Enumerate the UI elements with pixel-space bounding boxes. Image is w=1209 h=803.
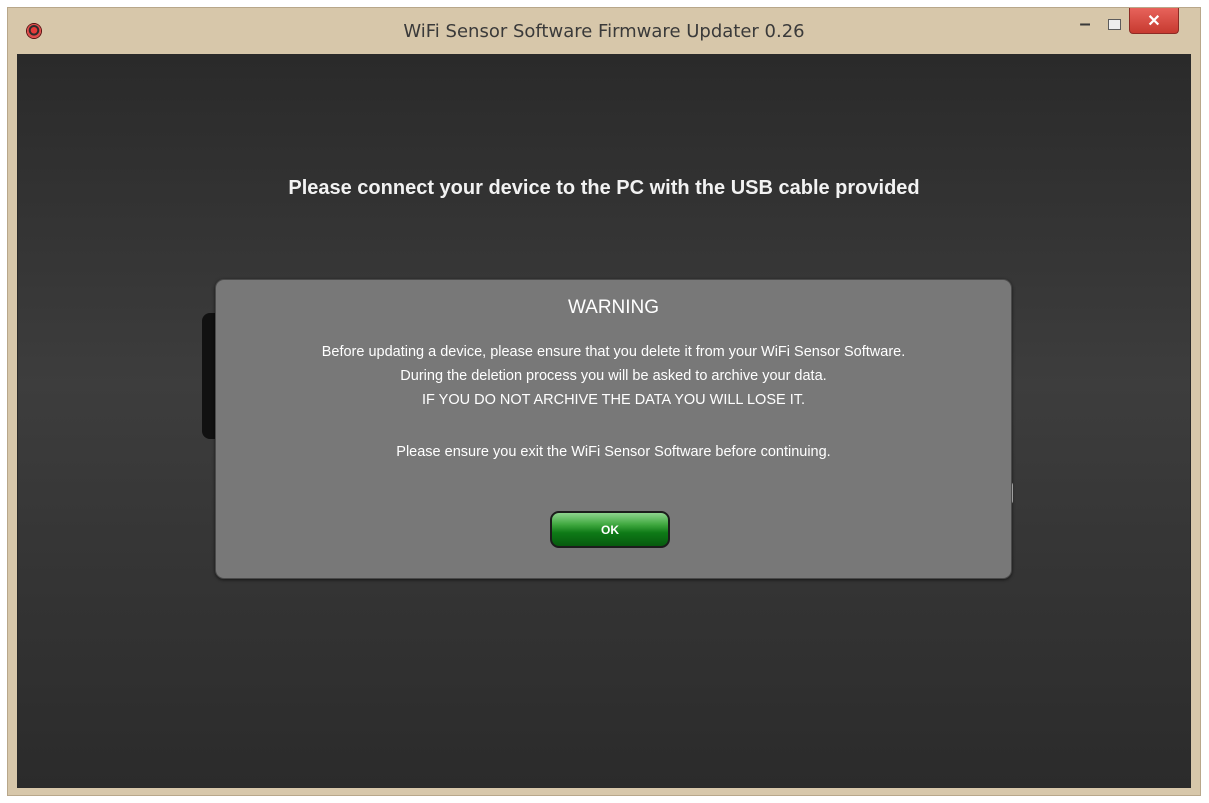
maximize-icon: [1107, 18, 1121, 30]
warning-line-lose-data: IF YOU DO NOT ARCHIVE THE DATA YOU WILL …: [422, 392, 805, 408]
warning-line-delete: Before updating a device, please ensure …: [321, 344, 906, 360]
close-button[interactable]: ✕: [1129, 8, 1179, 34]
connect-instruction: Please connect your device to the PC wit…: [288, 177, 920, 199]
app-window: WiFi Sensor Software Firmware Updater 0.…: [7, 7, 1201, 796]
warning-line-archive: During the deletion process you will be …: [400, 368, 827, 384]
warning-line-exit: Please ensure you exit the WiFi Sensor S…: [396, 444, 831, 460]
close-icon: ✕: [1147, 12, 1161, 30]
warning-dialog: WARNING Before updating a device, please…: [215, 279, 1012, 579]
maximize-button[interactable]: [1100, 9, 1128, 39]
title-bar[interactable]: WiFi Sensor Software Firmware Updater 0.…: [8, 8, 1200, 54]
warning-title: WARNING: [567, 297, 660, 318]
window-title: WiFi Sensor Software Firmware Updater 0.…: [403, 21, 805, 42]
minimize-button[interactable]: –: [1071, 9, 1099, 39]
main-panel: Please connect your device to the PC wit…: [17, 54, 1191, 788]
ok-button[interactable]: OK: [550, 511, 670, 548]
minimize-icon: –: [1079, 12, 1091, 35]
